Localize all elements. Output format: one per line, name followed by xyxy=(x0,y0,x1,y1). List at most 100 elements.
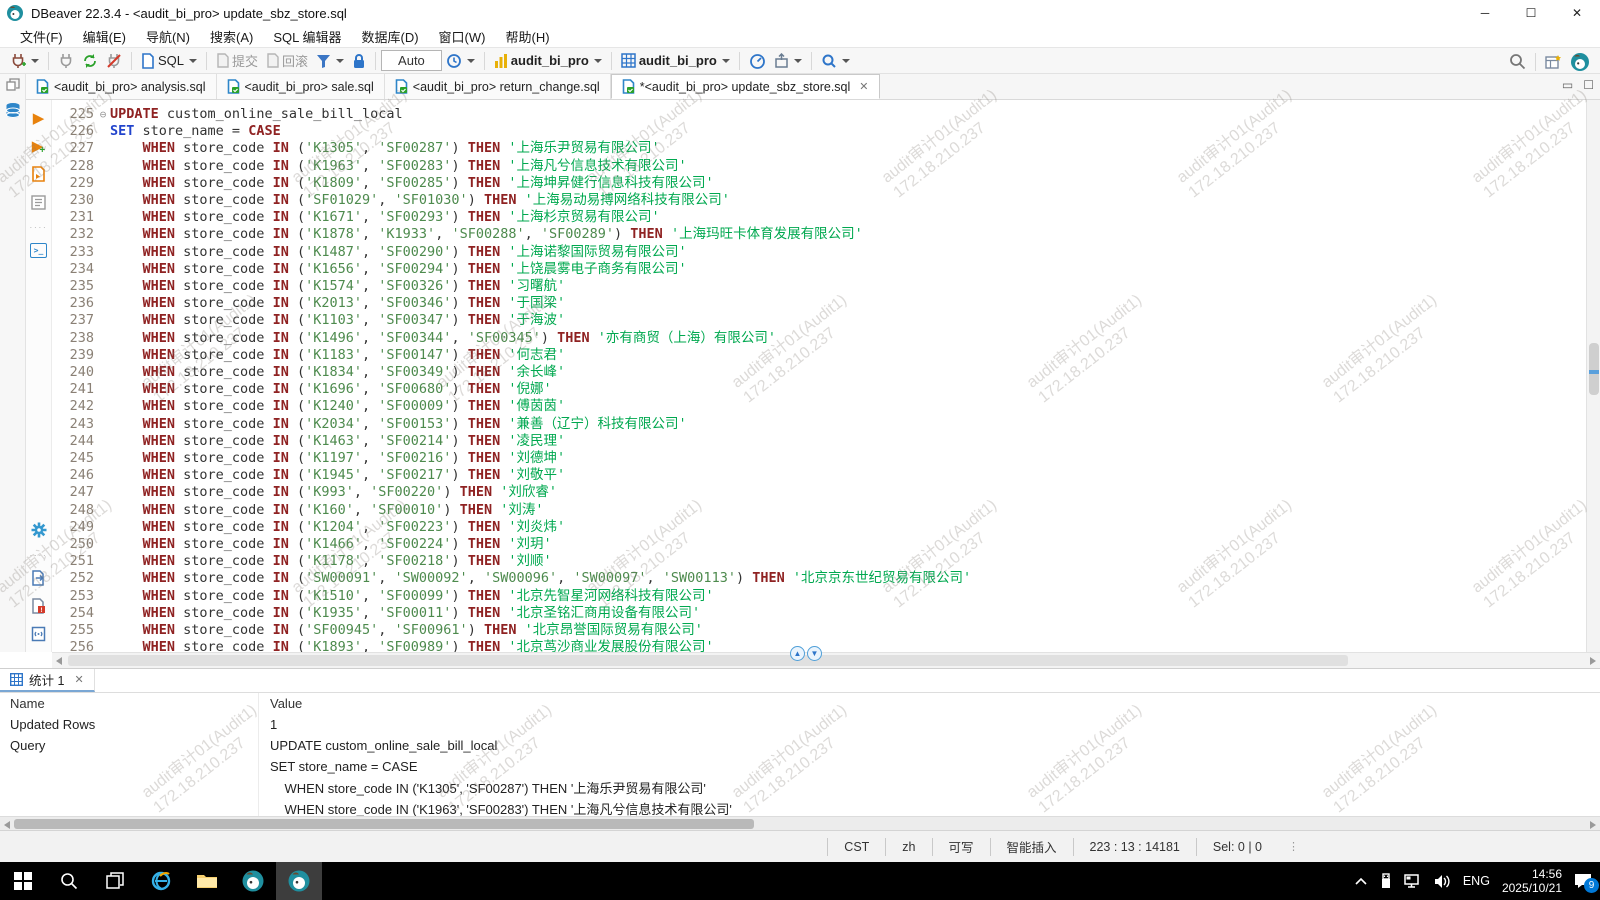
settings-button[interactable] xyxy=(29,520,49,540)
editor-tab[interactable]: *<audit_bi_pro> update_sbz_store.sql✕ xyxy=(611,74,880,99)
restore-panel-icon[interactable] xyxy=(6,78,20,92)
dbeaver-logo-icon xyxy=(287,869,311,893)
open-perspective-button[interactable] xyxy=(1541,50,1566,73)
maximize-view-icon[interactable]: ☐ xyxy=(1583,78,1594,92)
commit-button[interactable]: 提交 xyxy=(212,49,262,72)
dbeaver-taskbar-button-active[interactable] xyxy=(276,862,322,900)
emulate-button[interactable] xyxy=(770,49,806,72)
network-icon[interactable] xyxy=(1404,874,1422,889)
scroll-right-arrow-icon[interactable] xyxy=(1590,821,1596,829)
menu-help[interactable]: 帮助(H) xyxy=(495,27,559,46)
status-timezone[interactable]: CST xyxy=(827,838,885,856)
action-center-button[interactable]: 9 xyxy=(1574,873,1592,889)
usb-icon[interactable] xyxy=(1380,873,1392,889)
editor-horizontal-scrollbar[interactable]: ▲ ▼ xyxy=(52,652,1600,668)
scrollbar-thumb[interactable] xyxy=(1589,343,1599,395)
new-connection-button[interactable] xyxy=(6,49,43,72)
sql-editor[interactable]: 225⊖UPDATE custom_online_sale_bill_local… xyxy=(52,100,1586,652)
file-log-button[interactable] xyxy=(29,624,49,644)
scrollbar-thumb[interactable] xyxy=(68,655,1348,666)
menu-search[interactable]: 搜索(A) xyxy=(200,27,263,46)
dbeaver-app-icon xyxy=(6,4,24,22)
sql-editor-button[interactable]: SQL xyxy=(137,49,201,72)
table-row[interactable]: Updated Rows1 xyxy=(0,714,1600,735)
menu-sql-editor[interactable]: SQL 编辑器 xyxy=(263,27,351,46)
speaker-icon[interactable] xyxy=(1434,874,1451,889)
panel-tab-row: 统计 1 ✕ xyxy=(0,669,1600,693)
connect-button[interactable] xyxy=(54,49,78,72)
tab-close-icon[interactable]: ✕ xyxy=(859,80,868,93)
start-button[interactable] xyxy=(0,862,46,900)
file-explorer-button[interactable] xyxy=(184,862,230,900)
editor-tab[interactable]: <audit_bi_pro> sale.sql xyxy=(217,74,385,99)
database-selector[interactable]: audit_bi_pro xyxy=(617,49,734,72)
code-line: 255 WHEN store_code IN ('SF00945', 'SF00… xyxy=(52,622,1586,639)
panel-tab-close-icon[interactable]: ✕ xyxy=(74,673,83,686)
execute-statement-button[interactable]: ▶ xyxy=(29,108,49,128)
dbeaver-perspective-button[interactable] xyxy=(1566,50,1594,73)
editor-tab[interactable]: <audit_bi_pro> return_change.sql xyxy=(385,74,611,99)
taskbar-search-button[interactable] xyxy=(46,862,92,900)
search-button[interactable] xyxy=(817,49,854,72)
scroll-left-arrow-icon[interactable] xyxy=(56,657,62,665)
reconnect-button[interactable] xyxy=(78,49,102,72)
table-row[interactable]: QueryUPDATE custom_online_sale_bill_loca… xyxy=(0,735,1600,756)
status-language[interactable]: zh xyxy=(885,838,931,856)
status-caret-position[interactable]: 223 : 13 : 14181 xyxy=(1073,838,1196,856)
transaction-log-button[interactable] xyxy=(442,49,479,72)
table-row[interactable]: SET store_name = CASE xyxy=(0,756,1600,777)
file-error-button[interactable]: ! xyxy=(29,596,49,616)
panel-horizontal-scrollbar[interactable] xyxy=(0,816,1600,830)
sash-down-button[interactable]: ▼ xyxy=(807,646,822,661)
execute-script-button[interactable] xyxy=(29,164,49,184)
chevron-down-icon xyxy=(722,59,730,63)
editor-tab[interactable]: <audit_bi_pro> analysis.sql xyxy=(26,74,217,99)
statistics-tab[interactable]: 统计 1 ✕ xyxy=(0,669,95,692)
dbeaver-taskbar-button[interactable] xyxy=(230,862,276,900)
panel-tab-label: 统计 1 xyxy=(29,670,64,689)
cell-value: SET store_name = CASE xyxy=(258,759,418,774)
status-writable-status[interactable]: 可写 xyxy=(932,838,990,856)
search-icon xyxy=(60,872,78,890)
editor-vertical-scrollbar[interactable] xyxy=(1586,100,1600,652)
quick-access-search-button[interactable] xyxy=(1505,50,1530,73)
menu-edit[interactable]: 编辑(E) xyxy=(73,27,136,46)
task-view-button[interactable] xyxy=(92,862,138,900)
scroll-right-arrow-icon[interactable] xyxy=(1590,657,1596,665)
close-button[interactable]: ✕ xyxy=(1554,0,1600,26)
execute-new-tab-button[interactable]: ▶+ xyxy=(29,136,49,156)
status-insert-mode[interactable]: 智能插入 xyxy=(990,838,1073,856)
code-line: 237 WHEN store_code IN ('K1103', 'SF0034… xyxy=(52,312,1586,329)
clock[interactable]: 14:56 2025/10/21 xyxy=(1502,867,1562,895)
sash-up-button[interactable]: ▲ xyxy=(790,646,805,661)
code-line: 243 WHEN store_code IN ('K2034', 'SF0015… xyxy=(52,416,1586,433)
scrollbar-thumb[interactable] xyxy=(14,819,754,829)
transaction-mode-button[interactable] xyxy=(312,49,348,72)
window-title: DBeaver 22.3.4 - <audit_bi_pro> update_s… xyxy=(31,6,347,21)
internet-explorer-button[interactable] xyxy=(138,862,184,900)
menu-navigate[interactable]: 导航(N) xyxy=(136,27,200,46)
menu-file[interactable]: 文件(F) xyxy=(10,27,73,46)
minimize-view-icon[interactable]: ▭ xyxy=(1562,78,1573,92)
autocommit-select[interactable]: Auto xyxy=(381,50,442,71)
export-result-button[interactable] xyxy=(29,568,49,588)
lock-button[interactable] xyxy=(348,49,370,72)
statistics-table: Name Value Updated Rows1QueryUPDATE cust… xyxy=(0,693,1600,819)
table-row[interactable]: WHEN store_code IN ('K1305', 'SF00287') … xyxy=(0,777,1600,798)
database-navigator-icon[interactable] xyxy=(5,102,21,120)
status-selection-info[interactable]: Sel: 0 | 0 xyxy=(1196,838,1278,856)
scroll-left-arrow-icon[interactable] xyxy=(4,821,10,829)
rollback-button[interactable]: 回滚 xyxy=(262,49,312,72)
menu-window[interactable]: 窗口(W) xyxy=(429,27,496,46)
tray-expand-chevron-icon[interactable] xyxy=(1354,876,1368,886)
lock-icon xyxy=(352,53,366,69)
language-indicator[interactable]: ENG xyxy=(1463,874,1490,888)
connection-selector[interactable]: audit_bi_pro xyxy=(490,49,606,72)
minimize-button[interactable]: ─ xyxy=(1462,0,1508,26)
dashboard-button[interactable] xyxy=(745,49,770,72)
maximize-button[interactable]: ☐ xyxy=(1508,0,1554,26)
disconnect-button[interactable] xyxy=(102,49,126,72)
output-console-button[interactable]: >_ xyxy=(29,240,49,260)
menu-database[interactable]: 数据库(D) xyxy=(352,27,429,46)
explain-plan-button[interactable] xyxy=(29,192,49,212)
